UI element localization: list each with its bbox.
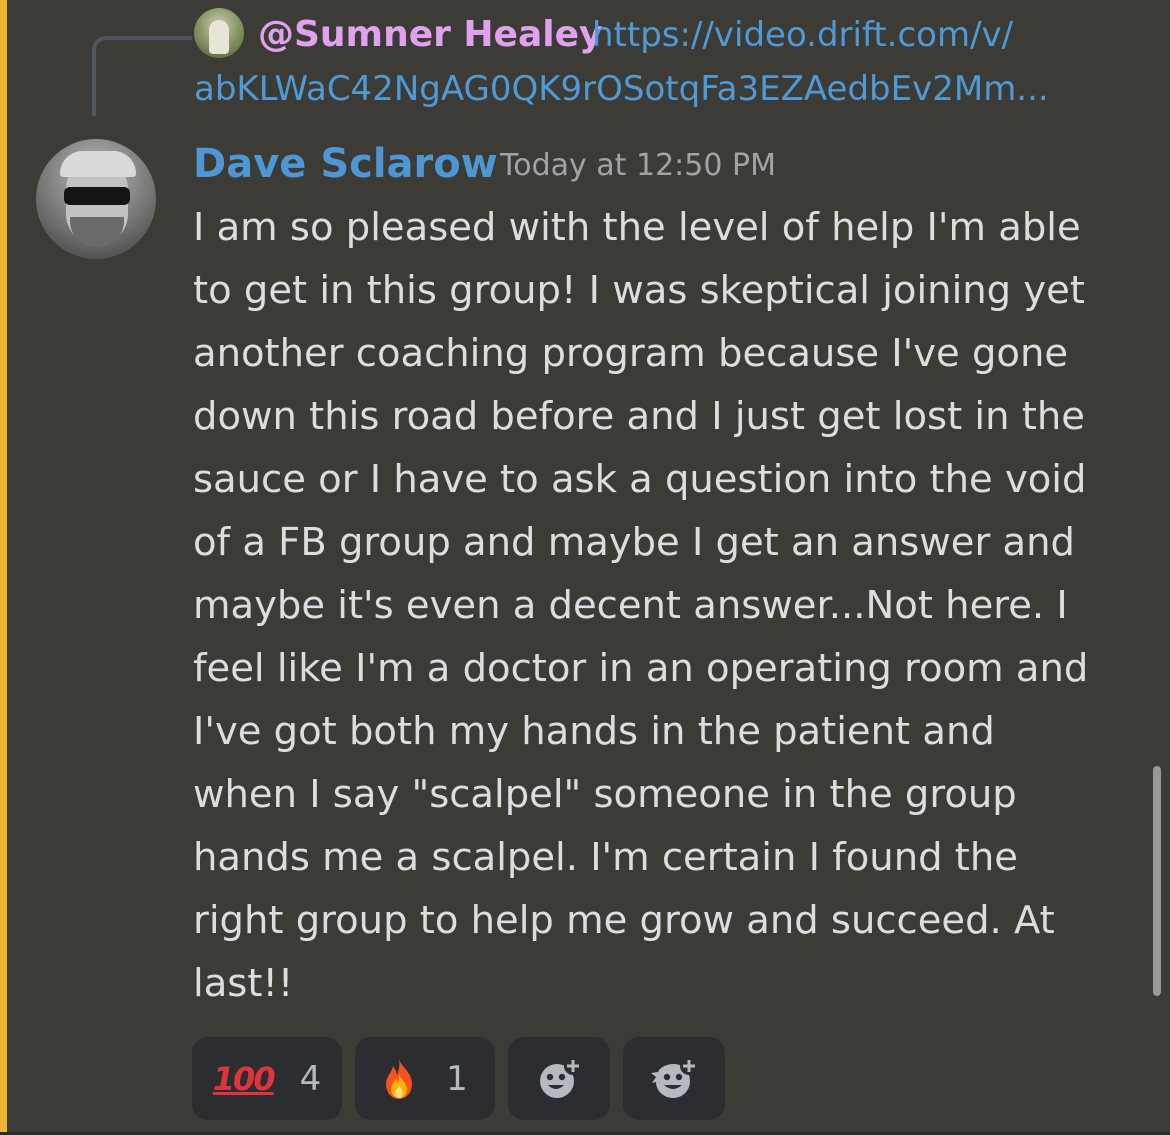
fire-icon bbox=[386, 1058, 413, 1099]
reaction-count: 4 bbox=[299, 1058, 322, 1099]
reply-spine bbox=[92, 36, 192, 116]
reply-avatar[interactable] bbox=[194, 8, 244, 58]
hundred-points-icon: 100 bbox=[212, 1059, 276, 1098]
message-content: I am so pleased with the level of help I… bbox=[193, 205, 1089, 1006]
message-timestamp: Today at 12:50 PM bbox=[500, 148, 776, 183]
avatar-sunglasses bbox=[64, 187, 130, 205]
avatar-cap bbox=[60, 151, 136, 177]
add-reaction-button[interactable] bbox=[508, 1037, 610, 1120]
reaction-count: 1 bbox=[446, 1058, 468, 1099]
add-super-reaction-button[interactable] bbox=[623, 1037, 725, 1120]
mention-highlight-bar bbox=[0, 0, 7, 1135]
reaction-100[interactable]: 100 4 bbox=[192, 1037, 342, 1120]
scrollbar-thumb[interactable] bbox=[1153, 766, 1161, 996]
reply-author[interactable]: @Sumner Healey bbox=[258, 10, 602, 60]
reactions-bar: 100 4 1 bbox=[192, 1037, 725, 1120]
reply-link-line1[interactable]: https://video.drift.com/v/ bbox=[592, 10, 1013, 60]
avatar-beard bbox=[70, 217, 124, 247]
message-author[interactable]: Dave Sclarow bbox=[193, 136, 498, 192]
reply-link-line2[interactable]: abKLWaC42NgAG0QK9rOSotqFa3EZAedbEv2Mm... bbox=[194, 64, 1049, 114]
add-super-reaction-icon bbox=[651, 1056, 698, 1098]
author-avatar[interactable] bbox=[36, 139, 156, 259]
reply-avatar-figure bbox=[209, 20, 229, 54]
add-reaction-icon bbox=[540, 1056, 582, 1098]
reaction-fire[interactable]: 1 bbox=[355, 1037, 495, 1120]
